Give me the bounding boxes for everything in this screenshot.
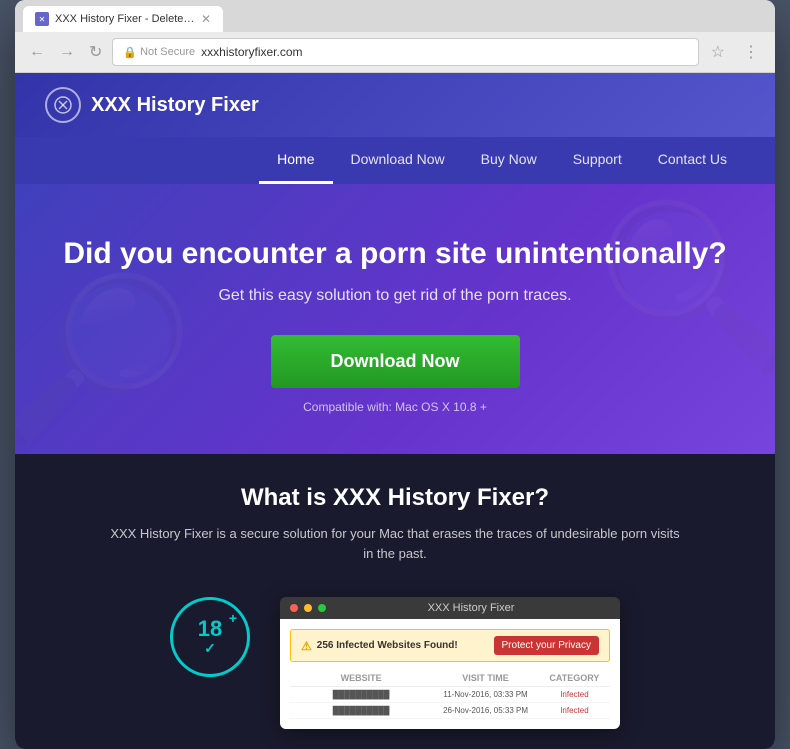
cell-category-1: Infected bbox=[539, 690, 610, 699]
app-titlebar: XXX History Fixer bbox=[280, 597, 620, 619]
website-content: XXX History Fixer Home Download Now Buy … bbox=[15, 73, 775, 749]
lock-icon: 🔒 bbox=[123, 46, 137, 59]
cell-category-2: Infected bbox=[539, 706, 610, 715]
age-badge-plus: + bbox=[229, 610, 237, 626]
nav-home[interactable]: Home bbox=[259, 137, 332, 184]
hero-title: Did you encounter a porn site unintentio… bbox=[45, 234, 745, 273]
hero-section: 🔍 🔎 Did you encounter a porn site uninte… bbox=[15, 184, 775, 454]
app-screenshot: XXX History Fixer ⚠ 256 Infected Website… bbox=[280, 597, 620, 729]
col-header-time: Visit Time bbox=[432, 673, 539, 683]
app-table-header: Website Visit Time Category bbox=[290, 670, 610, 687]
tab-bar: ✕ XXX History Fixer - Delete tra... ✕ bbox=[15, 0, 775, 32]
nav-contact[interactable]: Contact Us bbox=[640, 137, 745, 184]
age-badge: 18 + ✓ bbox=[170, 597, 250, 677]
nav-support[interactable]: Support bbox=[555, 137, 640, 184]
logo-icon bbox=[45, 87, 81, 123]
url-text: xxxhistoryfixer.com bbox=[201, 45, 302, 59]
age-badge-text: 18 bbox=[198, 618, 222, 640]
table-row: ██████████ 26-Nov-2016, 05:33 PM Infecte… bbox=[290, 703, 610, 719]
site-header: XXX History Fixer bbox=[15, 73, 775, 137]
browser-toolbar: ← → ↻ 🔒 Not Secure xxxhistoryfixer.com ☆… bbox=[15, 32, 775, 73]
cell-website-1: ██████████ bbox=[290, 690, 432, 699]
app-traffic-light-red[interactable] bbox=[290, 604, 298, 612]
what-title: What is XXX History Fixer? bbox=[45, 484, 745, 512]
reload-button[interactable]: ↻ bbox=[85, 40, 106, 64]
menu-icon[interactable]: ⋮ bbox=[737, 40, 765, 64]
tab-title: XXX History Fixer - Delete tra... bbox=[55, 13, 195, 25]
what-bottom-content: 18 + ✓ XXX History Fixer bbox=[45, 587, 745, 729]
app-body: ⚠ 256 Infected Websites Found! Protect y… bbox=[280, 619, 620, 729]
what-section: What is XXX History Fixer? XXX History F… bbox=[15, 454, 775, 749]
table-row: ██████████ 11-Nov-2016, 03:33 PM Infecte… bbox=[290, 687, 610, 703]
site-logo: XXX History Fixer bbox=[45, 87, 259, 123]
col-header-category: Category bbox=[539, 673, 610, 683]
protect-privacy-button[interactable]: Protect your Privacy bbox=[494, 636, 599, 655]
compatibility-text: Compatible with: Mac OS X 10.8 + bbox=[45, 400, 745, 414]
security-indicator: 🔒 Not Secure bbox=[123, 46, 195, 59]
nav-download[interactable]: Download Now bbox=[333, 137, 463, 184]
app-traffic-light-yellow[interactable] bbox=[304, 604, 312, 612]
browser-tab[interactable]: ✕ XXX History Fixer - Delete tra... ✕ bbox=[23, 6, 223, 32]
app-traffic-light-green[interactable] bbox=[318, 604, 326, 612]
warning-icon: ⚠ bbox=[301, 639, 312, 653]
app-warning-text: ⚠ 256 Infected Websites Found! bbox=[301, 639, 458, 653]
security-text: Not Secure bbox=[140, 46, 195, 58]
bookmark-icon[interactable]: ☆ bbox=[705, 40, 731, 64]
site-navigation: Home Download Now Buy Now Support Contac… bbox=[15, 137, 775, 184]
age-badge-checkmark: ✓ bbox=[204, 640, 216, 657]
cell-time-1: 11-Nov-2016, 03:33 PM bbox=[432, 690, 539, 699]
tab-favicon: ✕ bbox=[35, 12, 49, 26]
cell-time-2: 26-Nov-2016, 05:33 PM bbox=[432, 706, 539, 715]
app-title: XXX History Fixer bbox=[428, 602, 515, 614]
col-header-website: Website bbox=[290, 673, 432, 683]
browser-window: ✕ XXX History Fixer - Delete tra... ✕ ← … bbox=[15, 0, 775, 749]
cell-website-2: ██████████ bbox=[290, 706, 432, 715]
app-warning-bar: ⚠ 256 Infected Websites Found! Protect y… bbox=[290, 629, 610, 662]
hero-subtitle: Get this easy solution to get rid of the… bbox=[45, 287, 745, 305]
nav-links: Home Download Now Buy Now Support Contac… bbox=[259, 137, 745, 184]
address-bar[interactable]: 🔒 Not Secure xxxhistoryfixer.com bbox=[112, 38, 698, 66]
tab-close-button[interactable]: ✕ bbox=[201, 12, 211, 26]
what-description: XXX History Fixer is a secure solution f… bbox=[105, 524, 685, 563]
nav-buy[interactable]: Buy Now bbox=[463, 137, 555, 184]
back-button[interactable]: ← bbox=[25, 41, 49, 63]
forward-button[interactable]: → bbox=[55, 41, 79, 63]
site-logo-text: XXX History Fixer bbox=[91, 94, 259, 117]
download-now-button[interactable]: Download Now bbox=[271, 335, 520, 388]
